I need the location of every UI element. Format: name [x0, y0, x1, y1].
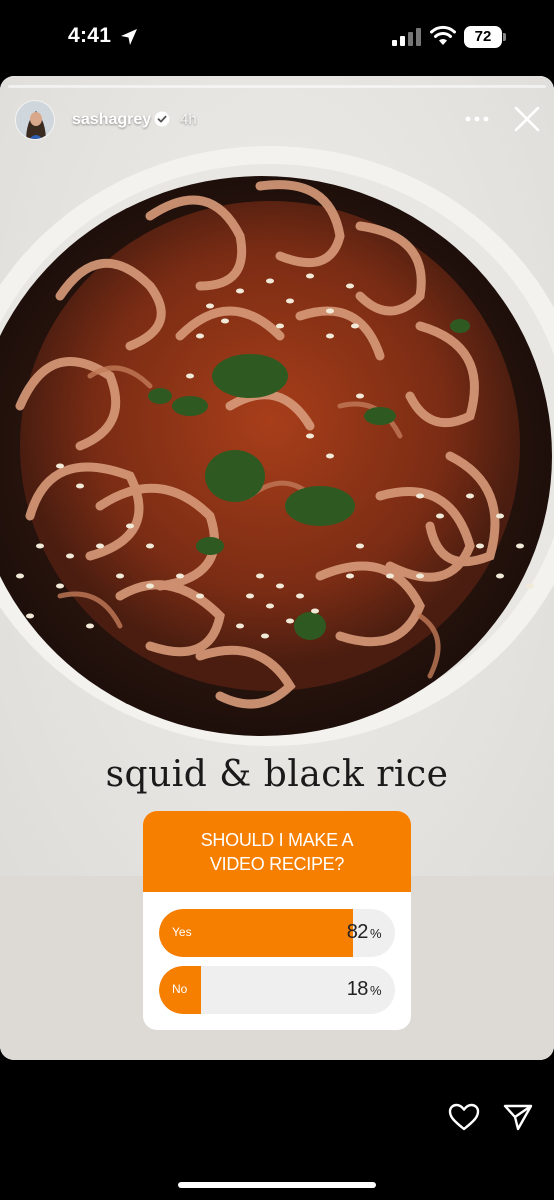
status-bar: 4:41 72	[0, 0, 554, 76]
poll-option-percent: 82%	[346, 921, 382, 943]
story-age: 4h	[180, 111, 197, 128]
home-indicator[interactable]	[178, 1182, 376, 1188]
close-icon[interactable]	[512, 104, 542, 134]
avatar[interactable]	[15, 100, 55, 140]
poll-option-label: Yes	[172, 925, 192, 939]
battery-level: 72	[464, 26, 502, 48]
more-icon[interactable]	[460, 106, 494, 132]
wifi-icon	[430, 25, 456, 45]
avatar-image	[16, 101, 54, 139]
story-progress-bar	[8, 85, 546, 88]
heart-icon[interactable]	[448, 1102, 480, 1132]
poll-question: SHOULD I MAKE A VIDEO RECIPE?	[143, 811, 411, 892]
poll-option-label: No	[172, 982, 188, 996]
story-username[interactable]: sashagrey	[72, 111, 151, 129]
verified-badge-icon	[154, 111, 170, 127]
poll-option-yes[interactable]: Yes 82%	[159, 909, 395, 957]
story-card[interactable]: sashagrey 4h squid & black rice SHOULD I…	[0, 76, 554, 1060]
poll-option-percent: 18%	[346, 978, 382, 1000]
poll-option-no[interactable]: No 18%	[159, 966, 395, 1014]
location-arrow-icon	[121, 29, 137, 45]
status-time: 4:41	[68, 24, 112, 47]
battery-icon: 72	[464, 26, 506, 48]
poll-sticker[interactable]: SHOULD I MAKE A VIDEO RECIPE? Yes 82% No…	[143, 811, 411, 1030]
send-icon[interactable]	[502, 1102, 534, 1132]
battery-nub	[503, 33, 506, 41]
signal-icon	[392, 28, 421, 46]
story-caption: squid & black rice	[105, 754, 449, 795]
story-progress-segment	[8, 85, 546, 88]
